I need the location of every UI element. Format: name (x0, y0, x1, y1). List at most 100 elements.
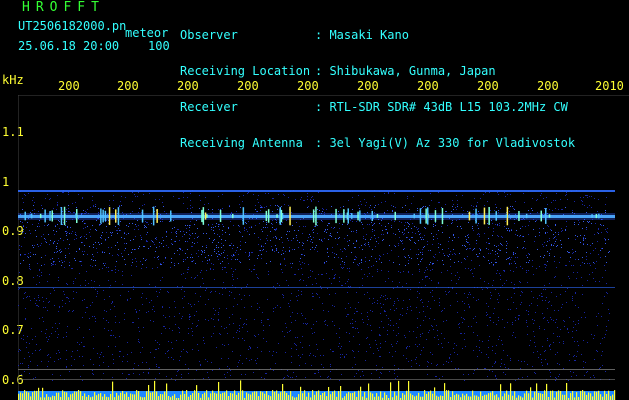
count-bar (34, 390, 36, 400)
count-bar (160, 394, 162, 400)
count-bar (274, 391, 276, 400)
count-bar (198, 393, 200, 400)
count-bar (214, 392, 216, 400)
count-bar (96, 395, 98, 400)
count-bar (556, 391, 558, 400)
count-bar (492, 391, 494, 400)
count-bar (610, 396, 612, 400)
count-bar (72, 393, 74, 400)
echo-streak (483, 207, 486, 225)
count-bar (238, 392, 240, 400)
count-bar (322, 393, 324, 400)
echo-streak (276, 214, 278, 218)
echo-streak (505, 214, 508, 218)
count-bar (594, 391, 596, 400)
count-bar (66, 392, 68, 400)
count-bar (266, 391, 268, 400)
count-bar (18, 393, 20, 400)
count-bar (526, 390, 528, 400)
echo-streak (598, 213, 600, 219)
count-bar (130, 393, 132, 400)
count-bar (318, 390, 320, 400)
count-bar (180, 394, 182, 400)
echo-streak (100, 208, 102, 224)
count-bar (430, 390, 432, 400)
echo-streak (289, 206, 291, 226)
count-bar (332, 391, 334, 400)
count-bar (162, 394, 164, 400)
info-row-observer: Observer: Masaki Kano (180, 28, 409, 42)
echo-streak (206, 214, 208, 218)
upper-band (18, 190, 615, 192)
count-bar (234, 390, 236, 400)
count-bar (612, 394, 614, 400)
count-bar (424, 390, 426, 400)
count-bar (384, 392, 386, 400)
count-bar (464, 395, 466, 400)
count-bar (506, 390, 508, 400)
count-bar (78, 390, 80, 400)
count-bar (394, 391, 396, 400)
count-bar (456, 393, 458, 400)
count-bar (440, 395, 442, 400)
count-bar (416, 395, 418, 400)
x-tick-1: 200 (58, 79, 80, 93)
timestamp-count: 25.06.18 20:00 100 (18, 39, 170, 53)
count-bar (182, 390, 184, 400)
echo-streak (475, 208, 477, 224)
count-bar (566, 383, 568, 400)
lower-band (18, 287, 615, 288)
count-bar (36, 390, 38, 400)
count-bar (500, 384, 502, 400)
count-bar (250, 394, 252, 400)
echo-streak (104, 210, 107, 222)
count-bar (216, 393, 218, 400)
echo-streak (102, 209, 104, 223)
echo-count-bars (18, 380, 616, 400)
count-bar (604, 390, 606, 400)
count-bar (94, 392, 96, 400)
count-bar (326, 396, 328, 400)
echo-streak (488, 207, 490, 225)
count-bar (260, 391, 262, 400)
count-bar (514, 391, 516, 400)
count-bar (316, 391, 318, 400)
count-bar (320, 395, 322, 400)
echo-streak (595, 214, 598, 219)
count-bar (368, 383, 370, 400)
count-bar (196, 385, 198, 400)
count-bar (592, 396, 594, 400)
echo-streak (419, 208, 422, 224)
count-bar (118, 395, 120, 400)
count-bar (468, 396, 470, 400)
echo-streak (44, 209, 46, 223)
x-tick-5: 200 (297, 79, 319, 93)
count-bar (510, 383, 512, 400)
count-bar (534, 391, 536, 400)
count-bar (378, 396, 380, 400)
count-bar (410, 393, 412, 400)
count-bar (32, 392, 34, 400)
count-bar (194, 390, 196, 400)
count-bar (158, 396, 160, 400)
echo-streak (49, 211, 51, 221)
echo-streak (518, 211, 520, 221)
count-bar (434, 387, 436, 400)
count-bar (488, 393, 490, 400)
count-bar (154, 380, 156, 400)
count-bar (98, 393, 100, 400)
echo-streak (108, 207, 111, 225)
count-bar (256, 391, 258, 400)
echo-streak (39, 213, 42, 219)
count-bar (442, 396, 444, 400)
count-bar (412, 395, 414, 400)
count-bar (546, 383, 548, 400)
count-bar (466, 393, 468, 400)
count-bar (596, 391, 598, 400)
count-bar (364, 392, 366, 400)
count-bar (246, 392, 248, 400)
count-bar (290, 391, 292, 400)
count-bar (254, 391, 256, 400)
count-bar (272, 390, 274, 400)
count-bar (202, 394, 204, 400)
